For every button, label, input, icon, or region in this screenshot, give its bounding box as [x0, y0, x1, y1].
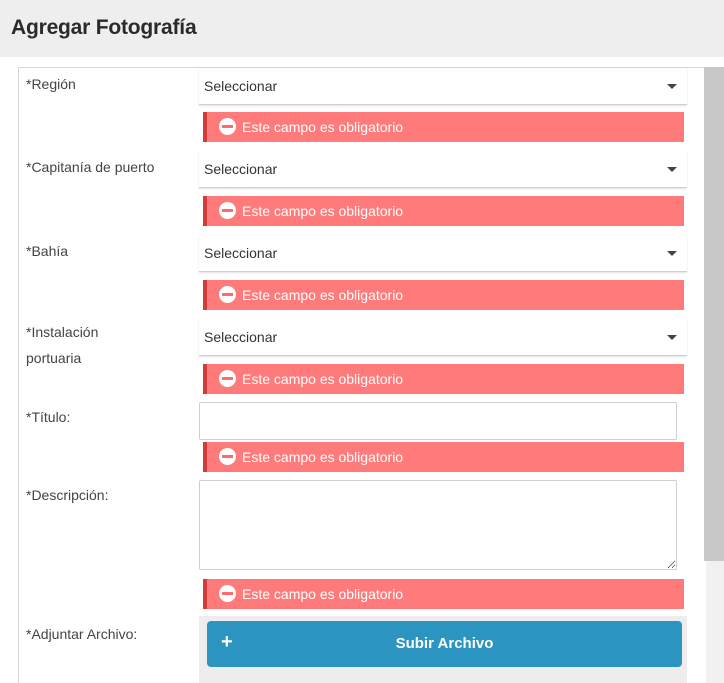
minus-circle-icon	[219, 286, 236, 303]
instalacion-error: Este campo es obligatorio	[203, 364, 684, 394]
descripcion-error: Este campo es obligatorio	[203, 579, 684, 609]
descripcion-label: *Descripción:	[26, 487, 109, 503]
bahia-select-value: Seleccionar	[204, 245, 278, 261]
minus-circle-icon	[219, 118, 236, 135]
titulo-error-text: Este campo es obligatorio	[242, 449, 404, 465]
region-error-text: Este campo es obligatorio	[242, 119, 404, 135]
capitania-error: Este campo es obligatorio	[203, 196, 684, 226]
caret-down-icon	[667, 251, 677, 256]
bahia-error-text: Este campo es obligatorio	[242, 287, 404, 303]
minus-circle-icon	[219, 448, 236, 465]
capitania-label: *Capitanía de puerto	[26, 159, 155, 175]
region-select[interactable]: Seleccionar	[199, 68, 687, 105]
descripcion-error-text: Este campo es obligatorio	[242, 586, 404, 602]
page-title: Agregar Fotografía	[11, 16, 197, 39]
scrollbar-thumb[interactable]	[704, 67, 724, 561]
caret-down-icon	[667, 84, 677, 89]
instalacion-error-text: Este campo es obligatorio	[242, 371, 404, 387]
capitania-select-value: Seleccionar	[204, 161, 278, 177]
region-label: *Región	[26, 76, 76, 92]
region-select-value: Seleccionar	[204, 78, 278, 94]
minus-circle-icon	[219, 370, 236, 387]
titulo-input[interactable]	[199, 402, 677, 440]
bahia-select[interactable]: Seleccionar	[199, 235, 687, 272]
caret-down-icon	[667, 167, 677, 172]
upload-file-button[interactable]: + Subir Archivo	[207, 621, 682, 667]
instalacion-label-line2: portuaria	[26, 350, 82, 366]
minus-circle-icon	[219, 202, 236, 219]
caret-down-icon	[667, 335, 677, 340]
bahia-label: *Bahía	[26, 243, 69, 259]
bahia-error: Este campo es obligatorio	[203, 280, 684, 310]
instalacion-select-value: Seleccionar	[204, 329, 278, 345]
capitania-error-text: Este campo es obligatorio	[242, 203, 404, 219]
titulo-error: Este campo es obligatorio	[203, 442, 684, 472]
minus-circle-icon	[219, 585, 236, 602]
region-error: Este campo es obligatorio	[203, 112, 684, 142]
upload-file-button-label: Subir Archivo	[395, 635, 494, 652]
adjuntar-label: *Adjuntar Archivo:	[26, 626, 138, 642]
titulo-label: *Título:	[26, 409, 71, 425]
instalacion-select[interactable]: Seleccionar	[199, 319, 687, 356]
descripcion-textarea[interactable]	[199, 480, 677, 570]
capitania-select[interactable]: Seleccionar	[199, 151, 687, 188]
instalacion-label-line1: *Instalación	[26, 324, 99, 340]
page-header: Agregar Fotografía	[0, 0, 724, 57]
